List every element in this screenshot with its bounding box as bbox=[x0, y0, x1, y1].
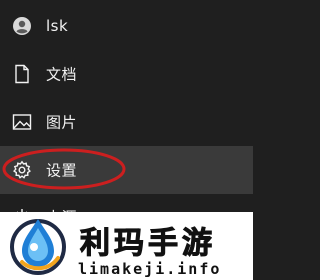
menu-item-settings[interactable]: 设置 bbox=[0, 146, 253, 194]
menu-item-pictures-label: 图片 bbox=[46, 113, 78, 132]
watermark-url: limakeji.info bbox=[78, 260, 222, 278]
menu-item-pictures[interactable]: 图片 bbox=[0, 99, 253, 145]
menu-item-documents[interactable]: 文档 bbox=[0, 51, 253, 97]
brand-logo-icon bbox=[10, 219, 66, 275]
picture-icon bbox=[12, 112, 32, 132]
watermark-banner: 利玛手游 limakeji.info bbox=[0, 212, 253, 280]
user-avatar-icon bbox=[12, 16, 32, 36]
start-menu-panel: lsk 文档 图片 设置 利玛手游 limakeji.info bbox=[0, 0, 253, 280]
menu-item-user-label: lsk bbox=[46, 17, 69, 35]
menu-item-user[interactable]: lsk bbox=[0, 3, 253, 49]
menu-item-settings-label: 设置 bbox=[46, 161, 78, 180]
gear-icon bbox=[12, 160, 32, 180]
menu-item-documents-label: 文档 bbox=[46, 65, 78, 84]
document-icon bbox=[12, 64, 32, 84]
watermark-title: 利玛手游 bbox=[80, 226, 216, 262]
